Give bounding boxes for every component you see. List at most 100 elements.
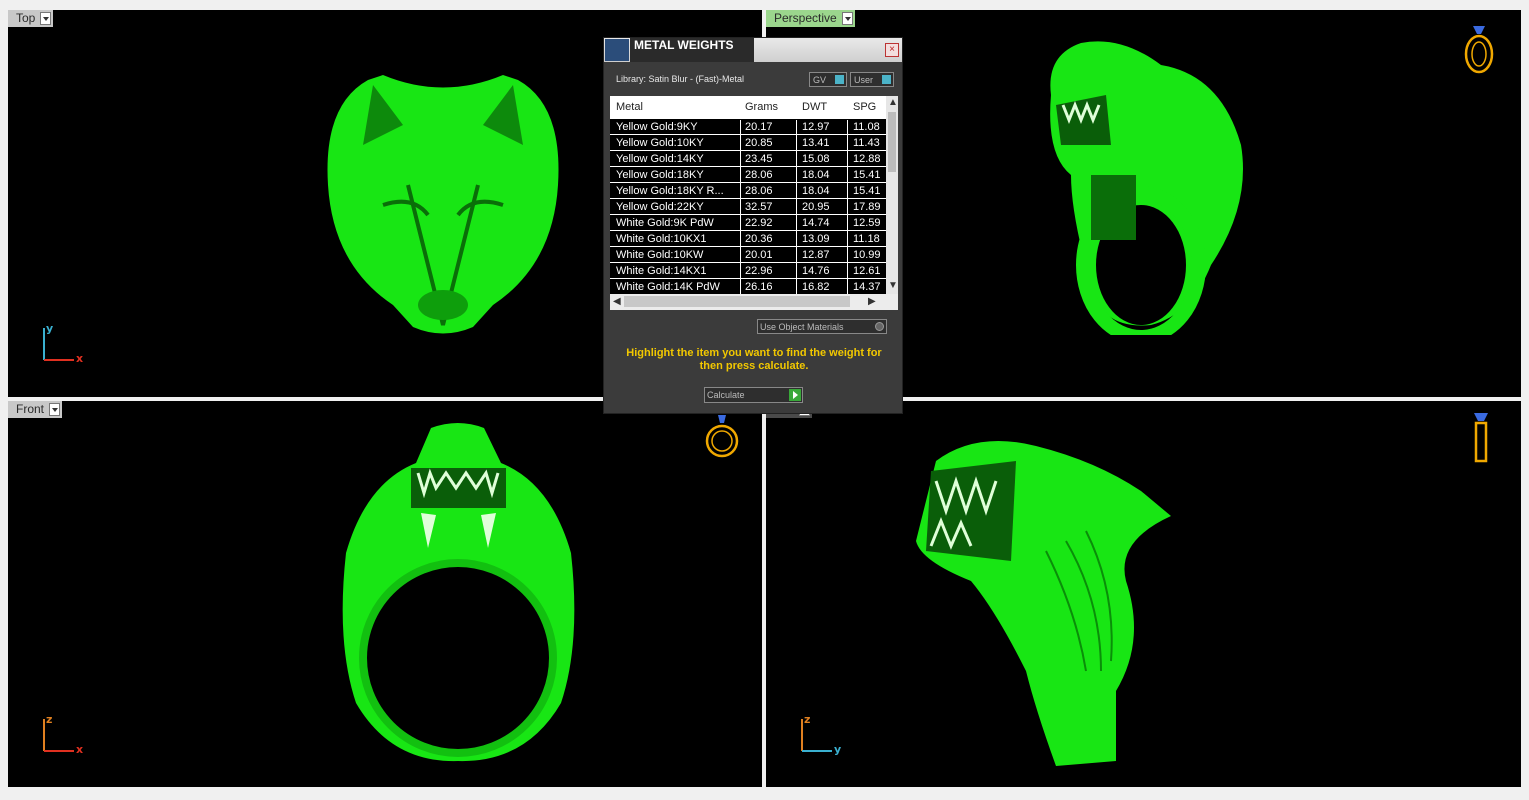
table-body: Yellow Gold:9KY 20.17 12.97 11.08 Yellow Gol… — [610, 119, 886, 295]
cell-grams: 26.16 — [745, 281, 773, 293]
scroll-right-icon[interactable]: ▶ — [868, 296, 876, 307]
calculate-button[interactable]: Calculate — [704, 387, 803, 403]
cell-metal: Yellow Gold:10KY — [616, 137, 704, 149]
cell-metal: Yellow Gold:18KY — [616, 169, 704, 181]
calculate-label: Calculate — [707, 390, 745, 400]
cell-metal: White Gold:14K PdW — [616, 281, 720, 293]
column-header-spg[interactable]: SPG — [853, 101, 876, 113]
cell-spg: 14.37 — [853, 281, 881, 293]
cell-grams: 22.96 — [745, 265, 773, 277]
cell-dwt: 20.95 — [802, 201, 830, 213]
table-row[interactable]: White Gold:9K PdW 22.92 14.74 12.59 — [610, 215, 886, 231]
table-header: Metal Grams DWT SPG — [610, 96, 886, 120]
viewport-right[interactable]: z y — [766, 401, 1521, 787]
table-row[interactable]: Yellow Gold:22KY 32.57 20.95 17.89 — [610, 199, 886, 215]
user-toggle[interactable]: User — [850, 72, 894, 87]
user-label: User — [854, 75, 874, 85]
cell-dwt: 18.04 — [802, 169, 830, 181]
axis-z-label: z — [804, 713, 811, 726]
user-indicator — [882, 75, 891, 84]
gv-toggle[interactable]: GV — [809, 72, 847, 87]
cell-spg: 12.88 — [853, 153, 881, 165]
cell-dwt: 12.87 — [802, 249, 830, 261]
scroll-up-icon[interactable]: ▲ — [888, 97, 898, 108]
cell-spg: 12.61 — [853, 265, 881, 277]
cell-dwt: 14.76 — [802, 265, 830, 277]
ring-orientation-icon[interactable] — [1466, 409, 1496, 464]
cell-grams: 32.57 — [745, 201, 773, 213]
table-row[interactable]: White Gold:14KX1 22.96 14.76 12.61 — [610, 263, 886, 279]
viewport-top-tab[interactable]: Top — [8, 10, 54, 27]
library-label: Library: Satin Blur - (Fast)-Metal — [616, 74, 745, 84]
viewport-front-label: Front — [16, 402, 45, 416]
cell-metal: Yellow Gold:22KY — [616, 201, 704, 213]
column-header-dwt[interactable]: DWT — [802, 101, 827, 113]
vertical-scrollbar[interactable]: ▲ ▼ — [886, 96, 898, 294]
table-row[interactable]: White Gold:10KW 20.01 12.87 10.99 — [610, 247, 886, 263]
cell-spg: 11.43 — [853, 137, 880, 149]
ring-model-top-view — [327, 75, 559, 334]
dialog-title-bar[interactable]: METAL WEIGHTS × — [604, 38, 902, 62]
column-divider — [847, 120, 848, 294]
table-row[interactable]: Yellow Gold:14KY 23.45 15.08 12.88 — [610, 151, 886, 167]
viewport-menu-dropdown[interactable] — [49, 403, 61, 416]
viewport-front[interactable]: Front z x — [8, 401, 762, 787]
instruction-message: Highlight the item you want to find the … — [626, 347, 882, 372]
cell-grams: 28.06 — [745, 185, 773, 197]
cell-dwt: 16.82 — [802, 281, 830, 293]
use-object-materials-toggle[interactable]: Use Object Materials — [757, 319, 887, 334]
cell-grams: 20.01 — [745, 249, 773, 261]
use-object-materials-label: Use Object Materials — [760, 322, 844, 332]
horizontal-scrollbar[interactable]: ◀ ▶ — [610, 294, 898, 310]
column-divider — [796, 120, 797, 294]
viewport-top-label: Top — [16, 11, 36, 25]
ring-orientation-icon[interactable] — [702, 409, 742, 461]
horizontal-scroll-thumb[interactable] — [624, 296, 850, 307]
cell-spg: 11.08 — [853, 121, 880, 133]
cell-spg: 17.89 — [853, 201, 881, 213]
cell-grams: 23.45 — [745, 153, 773, 165]
cell-metal: Yellow Gold:18KY R... — [616, 185, 724, 197]
viewport-menu-dropdown[interactable] — [841, 12, 853, 25]
table-row[interactable]: White Gold:14K PdW 26.16 16.82 14.37 — [610, 279, 886, 295]
ring-model-perspective-view — [1050, 41, 1243, 335]
dialog-title: METAL WEIGHTS — [630, 38, 754, 62]
viewport-perspective-tab[interactable]: Perspective — [766, 10, 855, 27]
ring-model-front-view — [342, 423, 575, 762]
gv-label: GV — [813, 75, 827, 85]
cell-spg: 15.41 — [853, 185, 881, 197]
scroll-down-icon[interactable]: ▼ — [888, 280, 898, 291]
scroll-left-icon[interactable]: ◀ — [613, 296, 621, 307]
axis-z-label: z — [46, 713, 53, 726]
axis-x-label: x — [76, 743, 84, 756]
viewport-perspective-label: Perspective — [774, 11, 837, 25]
cell-metal: Yellow Gold:9KY — [616, 121, 698, 133]
viewport-menu-dropdown[interactable] — [40, 12, 52, 25]
app-logo-icon — [605, 39, 629, 61]
cell-grams: 22.92 — [745, 217, 773, 229]
table-row[interactable]: Yellow Gold:9KY 20.17 12.97 11.08 — [610, 119, 886, 135]
column-divider — [740, 120, 741, 294]
ring-orientation-icon[interactable] — [1459, 18, 1499, 74]
viewport-front-tab[interactable]: Front — [8, 401, 63, 418]
metal-weights-table[interactable]: Metal Grams DWT SPG Yellow Gold:9KY 20.17… — [610, 96, 898, 310]
metal-weights-dialog[interactable]: METAL WEIGHTS × Library: Satin Blur - (F… — [603, 37, 903, 414]
cell-grams: 20.36 — [745, 233, 773, 245]
table-row[interactable]: White Gold:10KX1 20.36 13.09 11.18 — [610, 231, 886, 247]
vertical-scroll-thumb[interactable] — [888, 112, 896, 172]
table-row[interactable]: Yellow Gold:18KY R... 28.06 18.04 15.41 — [610, 183, 886, 199]
column-header-grams[interactable]: Grams — [745, 101, 778, 113]
cell-metal: Yellow Gold:14KY — [616, 153, 704, 165]
play-icon — [789, 389, 801, 401]
cell-spg: 12.59 — [853, 217, 881, 229]
ring-model-side-view — [916, 441, 1171, 766]
close-icon[interactable]: × — [885, 43, 899, 57]
table-row[interactable]: Yellow Gold:10KY 20.85 13.41 11.43 — [610, 135, 886, 151]
cell-dwt: 14.74 — [802, 217, 830, 229]
cell-metal: White Gold:14KX1 — [616, 265, 707, 277]
cell-dwt: 15.08 — [802, 153, 830, 165]
axis-y-label: y — [834, 743, 842, 756]
table-row[interactable]: Yellow Gold:18KY 28.06 18.04 15.41 — [610, 167, 886, 183]
column-header-metal[interactable]: Metal — [616, 101, 643, 113]
cell-dwt: 12.97 — [802, 121, 830, 133]
